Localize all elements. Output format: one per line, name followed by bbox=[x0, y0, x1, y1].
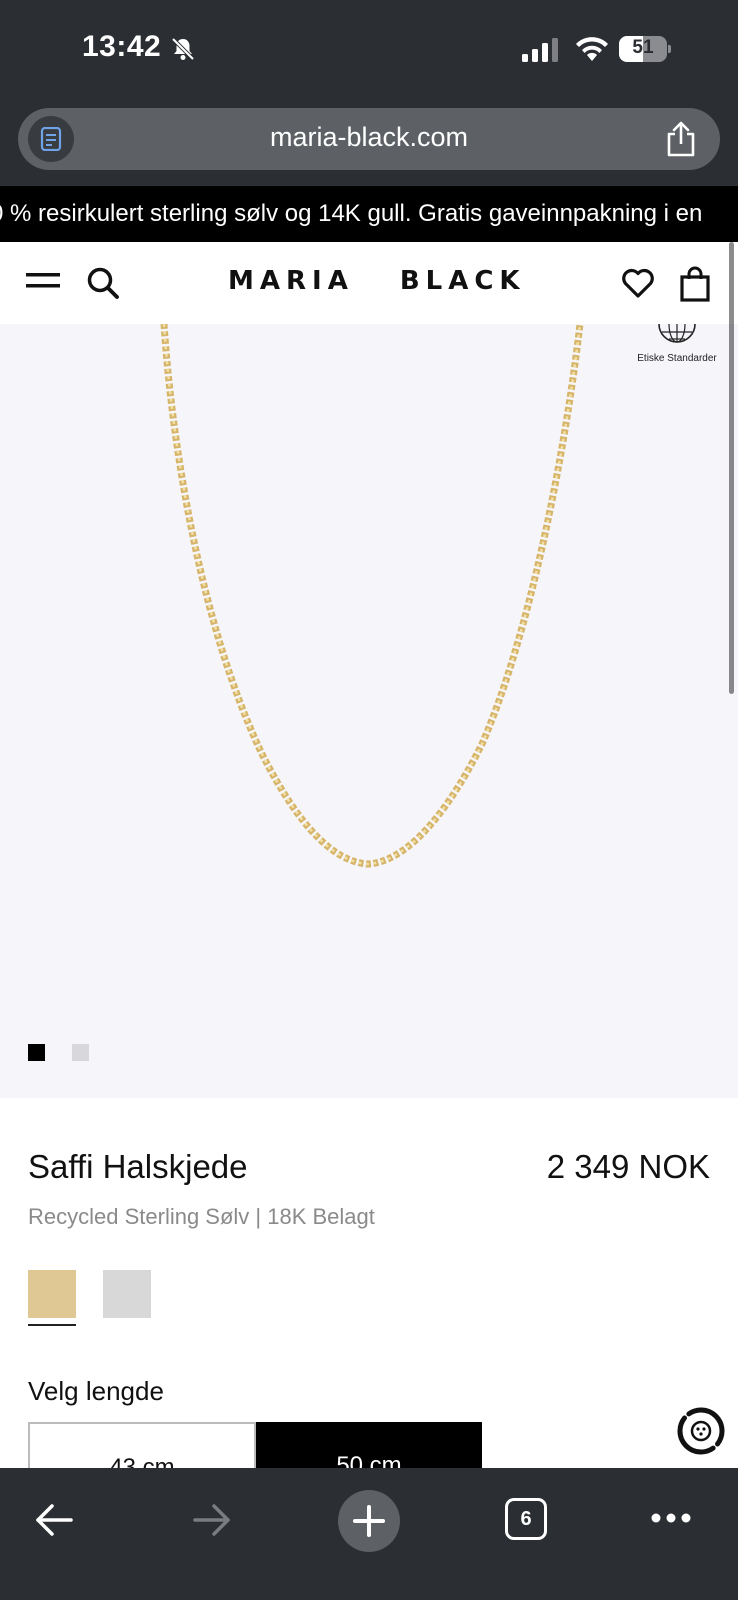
gallery-dot[interactable] bbox=[72, 1044, 89, 1061]
wifi-icon bbox=[576, 37, 608, 61]
accessibility-widget-icon[interactable] bbox=[676, 1406, 726, 1456]
tabs-button[interactable]: 6 bbox=[505, 1498, 547, 1540]
address-bar[interactable]: maria-black.com bbox=[18, 108, 720, 170]
web-content: 0 % resirkulert sterling sølv og 14K gul… bbox=[0, 186, 738, 1468]
product-title: Saffi Halskjede bbox=[28, 1148, 248, 1185]
bell-slash-icon bbox=[171, 37, 195, 61]
page-scrollbar[interactable] bbox=[729, 242, 734, 694]
forward-icon[interactable] bbox=[192, 1502, 232, 1538]
site-header: MARIA BLACK bbox=[0, 242, 738, 324]
logo-word-1: MARIA bbox=[228, 266, 354, 296]
announcement-bar: 0 % resirkulert sterling sølv og 14K gul… bbox=[0, 186, 738, 242]
search-icon[interactable] bbox=[86, 266, 120, 300]
logo-word-2: BLACK bbox=[399, 266, 526, 296]
hamburger-menu-icon[interactable] bbox=[26, 270, 60, 296]
share-icon[interactable] bbox=[664, 120, 698, 158]
color-swatch-silver[interactable] bbox=[103, 1270, 151, 1318]
url-text[interactable]: maria-black.com bbox=[18, 122, 720, 153]
new-tab-button[interactable] bbox=[338, 1490, 400, 1552]
brand-logo[interactable]: MARIA BLACK bbox=[228, 266, 526, 300]
ethics-badge: Etiske Standarder bbox=[632, 324, 722, 364]
plus-icon bbox=[353, 1505, 385, 1537]
ethics-badge-label: Etiske Standarder bbox=[637, 353, 717, 364]
more-icon[interactable] bbox=[650, 1512, 692, 1524]
gallery-dot-active[interactable] bbox=[28, 1044, 45, 1061]
battery-level: 51 bbox=[632, 37, 654, 58]
signal-icon bbox=[522, 38, 558, 62]
status-bar: 13:42 51 bbox=[0, 0, 738, 100]
status-time: 13:42 bbox=[82, 30, 162, 63]
length-label: Velg lengde bbox=[28, 1376, 164, 1406]
globe-icon bbox=[658, 324, 696, 343]
product-material: Recycled Sterling Sølv | 18K Belagt bbox=[28, 1204, 375, 1229]
wishlist-heart-icon[interactable] bbox=[621, 266, 655, 300]
length-option-43[interactable]: 43 cm bbox=[28, 1422, 256, 1468]
product-price: 2 349 NOK bbox=[546, 1148, 710, 1185]
shopping-bag-icon[interactable] bbox=[680, 266, 710, 302]
battery-icon: 51 bbox=[619, 36, 671, 62]
product-image-gallery[interactable]: Etiske Standarder bbox=[0, 324, 738, 1098]
announcement-text: 0 % resirkulert sterling sølv og 14K gul… bbox=[0, 200, 703, 227]
selected-swatch-indicator bbox=[28, 1324, 76, 1326]
length-option-50[interactable]: 50 cm bbox=[256, 1422, 482, 1468]
necklace-image bbox=[160, 324, 584, 868]
back-icon[interactable] bbox=[34, 1502, 74, 1538]
color-swatch-gold[interactable] bbox=[28, 1270, 76, 1318]
browser-toolbar: 6 bbox=[0, 1468, 738, 1600]
